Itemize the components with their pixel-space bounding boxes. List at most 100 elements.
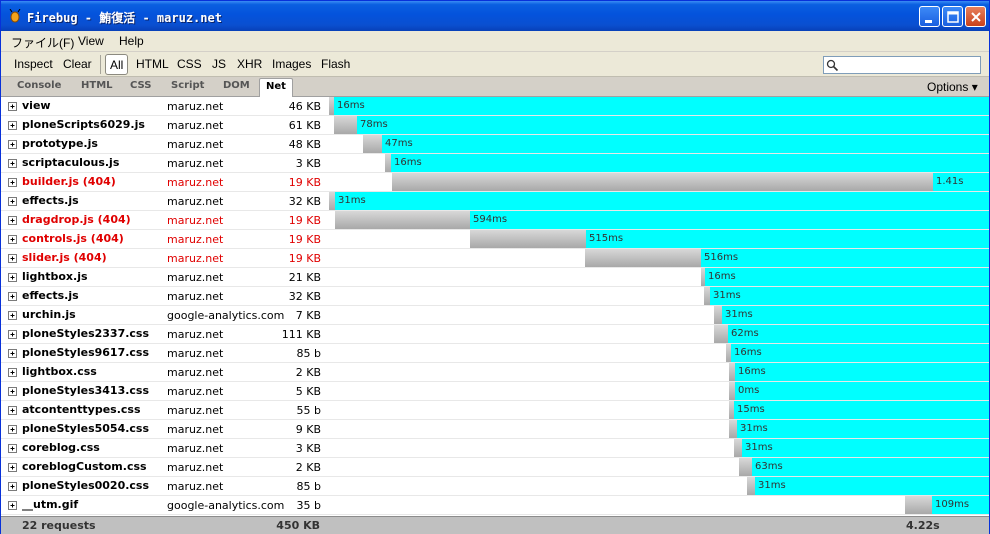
- menu-help[interactable]: Help: [119, 34, 144, 48]
- request-name[interactable]: effects.js: [22, 194, 79, 207]
- expand-toggle-icon[interactable]: [8, 387, 17, 396]
- request-timeline: 63ms: [329, 458, 989, 476]
- request-row[interactable]: slider.js (404) maruz.net 19 KB 516ms: [1, 249, 989, 268]
- request-timeline: 47ms: [329, 135, 989, 153]
- expand-toggle-icon[interactable]: [8, 330, 17, 339]
- tab-script[interactable]: Script: [171, 80, 204, 91]
- search-box[interactable]: [823, 56, 981, 74]
- request-name[interactable]: ploneStyles0020.css: [22, 479, 149, 492]
- expand-toggle-icon[interactable]: [8, 425, 17, 434]
- expand-toggle-icon[interactable]: [8, 368, 17, 377]
- tab-css[interactable]: CSS: [130, 80, 151, 91]
- request-row[interactable]: dragdrop.js (404) maruz.net 19 KB 594ms: [1, 211, 989, 230]
- tab-console[interactable]: Console: [17, 80, 61, 91]
- expand-toggle-icon[interactable]: [8, 254, 17, 263]
- request-row[interactable]: ploneStyles3413.css maruz.net 5 KB 0ms: [1, 382, 989, 401]
- expand-toggle-icon[interactable]: [8, 349, 17, 358]
- request-size: 85 b: [296, 480, 321, 493]
- menu-view[interactable]: View: [78, 34, 104, 48]
- expand-toggle-icon[interactable]: [8, 463, 17, 472]
- expand-toggle-icon[interactable]: [8, 159, 17, 168]
- request-name[interactable]: prototype.js: [22, 137, 98, 150]
- request-row[interactable]: lightbox.css maruz.net 2 KB 16ms: [1, 363, 989, 382]
- request-name[interactable]: lightbox.css: [22, 365, 97, 378]
- filter-xhr-button[interactable]: XHR: [237, 57, 262, 71]
- request-row[interactable]: __utm.gif google-analytics.com 35 b 109ms: [1, 496, 989, 515]
- request-name[interactable]: coreblog.css: [22, 441, 100, 454]
- request-row[interactable]: lightbox.js maruz.net 21 KB 16ms: [1, 268, 989, 287]
- request-name[interactable]: ploneStyles2337.css: [22, 327, 149, 340]
- expand-toggle-icon[interactable]: [8, 140, 17, 149]
- expand-toggle-icon[interactable]: [8, 178, 17, 187]
- request-row[interactable]: builder.js (404) maruz.net 19 KB 1.41s: [1, 173, 989, 192]
- expand-toggle-icon[interactable]: [8, 216, 17, 225]
- menu-file[interactable]: ファイル(F): [11, 34, 74, 51]
- request-name[interactable]: view: [22, 99, 51, 112]
- title-bar[interactable]: Firebug - 鮪復活 - maruz.net: [1, 1, 989, 31]
- request-name[interactable]: ploneStyles3413.css: [22, 384, 149, 397]
- request-time-label: 109ms: [935, 499, 970, 510]
- filter-all-button[interactable]: All: [105, 54, 129, 75]
- expand-toggle-icon[interactable]: [8, 311, 17, 320]
- request-row[interactable]: controls.js (404) maruz.net 19 KB 515ms: [1, 230, 989, 249]
- close-button[interactable]: [965, 6, 986, 27]
- request-name[interactable]: effects.js: [22, 289, 79, 302]
- expand-toggle-icon[interactable]: [8, 197, 17, 206]
- filter-css-button[interactable]: CSS: [177, 57, 202, 71]
- request-domain: maruz.net: [167, 100, 224, 113]
- search-input[interactable]: [842, 58, 978, 72]
- request-size: 2 KB: [295, 366, 321, 379]
- request-row[interactable]: scriptaculous.js maruz.net 3 KB 16ms: [1, 154, 989, 173]
- maximize-button[interactable]: [942, 6, 963, 27]
- request-name[interactable]: ploneStyles9617.css: [22, 346, 149, 359]
- filter-flash-button[interactable]: Flash: [321, 57, 350, 71]
- request-row[interactable]: atcontenttypes.css maruz.net 55 b 15ms: [1, 401, 989, 420]
- expand-toggle-icon[interactable]: [8, 121, 17, 130]
- request-name[interactable]: slider.js (404): [22, 251, 107, 264]
- request-row[interactable]: effects.js maruz.net 32 KB 31ms: [1, 287, 989, 306]
- expand-toggle-icon[interactable]: [8, 501, 17, 510]
- expand-toggle-icon[interactable]: [8, 102, 17, 111]
- request-row[interactable]: ploneStyles5054.css maruz.net 9 KB 31ms: [1, 420, 989, 439]
- request-name[interactable]: controls.js (404): [22, 232, 124, 245]
- request-row[interactable]: view maruz.net 46 KB 16ms: [1, 97, 989, 116]
- request-row[interactable]: ploneStyles2337.css maruz.net 111 KB 62ms: [1, 325, 989, 344]
- request-name[interactable]: __utm.gif: [22, 498, 78, 511]
- tab-dom[interactable]: DOM: [223, 80, 250, 91]
- expand-toggle-icon[interactable]: [8, 444, 17, 453]
- tab-net[interactable]: Net: [259, 78, 293, 97]
- request-name[interactable]: coreblogCustom.css: [22, 460, 147, 473]
- request-name[interactable]: ploneScripts6029.js: [22, 118, 145, 131]
- request-row[interactable]: prototype.js maruz.net 48 KB 47ms: [1, 135, 989, 154]
- minimize-button[interactable]: [919, 6, 940, 27]
- request-row[interactable]: effects.js maruz.net 32 KB 31ms: [1, 192, 989, 211]
- request-name[interactable]: urchin.js: [22, 308, 76, 321]
- filter-html-button[interactable]: HTML: [136, 57, 169, 71]
- request-name[interactable]: dragdrop.js (404): [22, 213, 131, 226]
- expand-toggle-icon[interactable]: [8, 482, 17, 491]
- request-row[interactable]: ploneScripts6029.js maruz.net 61 KB 78ms: [1, 116, 989, 135]
- request-name[interactable]: lightbox.js: [22, 270, 88, 283]
- request-row[interactable]: ploneStyles9617.css maruz.net 85 b 16ms: [1, 344, 989, 363]
- inspect-button[interactable]: Inspect: [14, 57, 53, 71]
- request-name[interactable]: scriptaculous.js: [22, 156, 119, 169]
- request-name[interactable]: atcontenttypes.css: [22, 403, 141, 416]
- clear-button[interactable]: Clear: [63, 57, 92, 71]
- request-row[interactable]: ploneStyles0020.css maruz.net 85 b 31ms: [1, 477, 989, 496]
- tab-html[interactable]: HTML: [81, 80, 113, 91]
- filter-images-button[interactable]: Images: [272, 57, 311, 71]
- firebug-window: Firebug - 鮪復活 - maruz.net ファイル(F) View H…: [0, 0, 990, 534]
- expand-toggle-icon[interactable]: [8, 235, 17, 244]
- expand-toggle-icon[interactable]: [8, 406, 17, 415]
- request-time-label: 16ms: [708, 271, 736, 282]
- options-menu[interactable]: Options ▾: [927, 80, 978, 94]
- request-timeline: 109ms: [329, 496, 989, 514]
- request-name[interactable]: ploneStyles5054.css: [22, 422, 149, 435]
- request-row[interactable]: coreblog.css maruz.net 3 KB 31ms: [1, 439, 989, 458]
- filter-js-button[interactable]: JS: [212, 57, 226, 71]
- request-row[interactable]: urchin.js google-analytics.com 7 KB 31ms: [1, 306, 989, 325]
- request-row[interactable]: coreblogCustom.css maruz.net 2 KB 63ms: [1, 458, 989, 477]
- expand-toggle-icon[interactable]: [8, 292, 17, 301]
- expand-toggle-icon[interactable]: [8, 273, 17, 282]
- request-name[interactable]: builder.js (404): [22, 175, 116, 188]
